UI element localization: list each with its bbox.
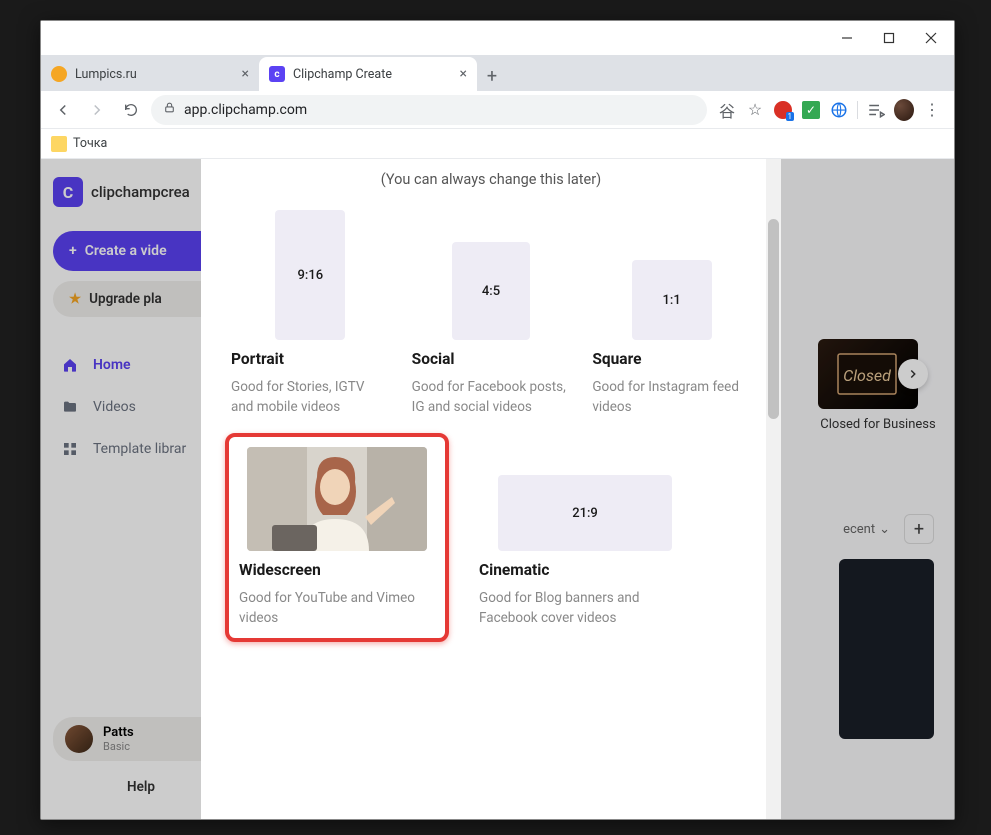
- browser-window: Lumpics.ru × c Clipchamp Create × + app.…: [40, 20, 955, 820]
- option-portrait[interactable]: 9:16 Portrait Good for Stories, IGTV and…: [231, 210, 390, 417]
- window-titlebar: [41, 21, 954, 55]
- modal-subtitle: (You can always change this later): [201, 159, 781, 210]
- bookmark-label[interactable]: Точка: [73, 136, 107, 151]
- page-content: C clipchampcrea + Create a vide ★ Upgrad…: [41, 159, 954, 819]
- scrollbar-thumb[interactable]: [768, 219, 779, 419]
- tab-label: Clipchamp Create: [293, 67, 452, 82]
- ratio-preview: 21:9: [498, 475, 672, 551]
- ratio-modal: (You can always change this later) 9:16 …: [201, 159, 781, 819]
- playlist-icon[interactable]: [866, 100, 886, 120]
- option-desc: Good for YouTube and Vimeo videos: [239, 589, 435, 628]
- check-icon[interactable]: ✓: [801, 100, 821, 120]
- favicon: [51, 66, 67, 82]
- profile-avatar[interactable]: [894, 100, 914, 120]
- scrollbar-track[interactable]: [766, 159, 781, 819]
- bookmarks-bar: Точка: [41, 129, 954, 159]
- bookmark-folder-icon: [51, 136, 67, 152]
- favicon: c: [269, 66, 285, 82]
- tab-close-icon[interactable]: ×: [460, 66, 467, 82]
- window-close-button[interactable]: [914, 25, 948, 51]
- nav-forward-button[interactable]: [83, 96, 111, 124]
- translate-icon[interactable]: ⾕: [717, 100, 737, 120]
- tab-close-icon[interactable]: ×: [242, 66, 249, 82]
- address-bar: app.clipchamp.com ⾕ ☆ 1 ✓ ⋮: [41, 91, 954, 129]
- globe-icon[interactable]: [829, 100, 849, 120]
- ratio-preview: 1:1: [632, 260, 712, 340]
- option-title: Social: [412, 350, 571, 368]
- window-maximize-button[interactable]: [872, 25, 906, 51]
- option-desc: Good for Facebook posts, IG and social v…: [412, 378, 571, 417]
- option-widescreen[interactable]: Widescreen Good for YouTube and Vimeo vi…: [225, 433, 449, 642]
- option-cinematic[interactable]: 21:9 Cinematic Good for Blog banners and…: [479, 447, 691, 628]
- url-text: app.clipchamp.com: [184, 102, 307, 118]
- option-title: Cinematic: [479, 561, 691, 579]
- option-title: Widescreen: [239, 561, 435, 579]
- option-title: Square: [592, 350, 751, 368]
- menu-icon[interactable]: ⋮: [922, 100, 942, 120]
- option-desc: Good for Blog banners and Facebook cover…: [479, 589, 691, 628]
- tab-clipchamp[interactable]: c Clipchamp Create ×: [259, 57, 477, 91]
- nav-back-button[interactable]: [49, 96, 77, 124]
- new-tab-button[interactable]: +: [477, 61, 507, 91]
- adblock-icon[interactable]: 1: [773, 100, 793, 120]
- ratio-preview: [247, 447, 427, 551]
- star-icon[interactable]: ☆: [745, 100, 765, 120]
- ratio-preview: 9:16: [275, 210, 345, 340]
- option-social[interactable]: 4:5 Social Good for Facebook posts, IG a…: [412, 210, 571, 417]
- window-minimize-button[interactable]: [830, 25, 864, 51]
- tab-label: Lumpics.ru: [75, 67, 234, 82]
- ratio-preview: 4:5: [452, 242, 530, 340]
- lock-icon: [163, 101, 176, 118]
- extension-icons: ⾕ ☆ 1 ✓ ⋮: [713, 100, 946, 120]
- tab-lumpics[interactable]: Lumpics.ru ×: [41, 57, 259, 91]
- tab-strip: Lumpics.ru × c Clipchamp Create × +: [41, 55, 954, 91]
- option-square[interactable]: 1:1 Square Good for Instagram feed video…: [592, 210, 751, 417]
- option-title: Portrait: [231, 350, 390, 368]
- omnibox[interactable]: app.clipchamp.com: [151, 95, 707, 125]
- option-desc: Good for Instagram feed videos: [592, 378, 751, 417]
- option-desc: Good for Stories, IGTV and mobile videos: [231, 378, 390, 417]
- nav-reload-button[interactable]: [117, 96, 145, 124]
